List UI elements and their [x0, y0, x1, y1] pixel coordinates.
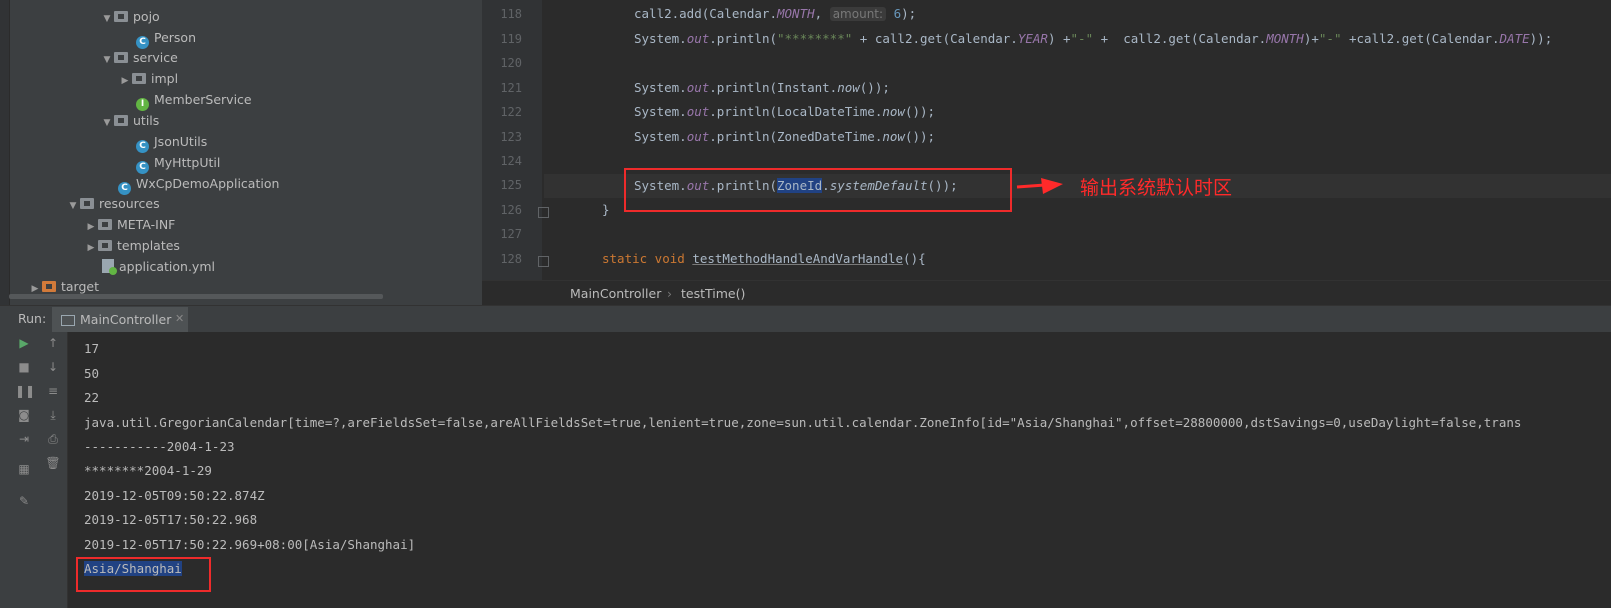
- project-tree-panel: ▼ pojo C Person ▼ service ▶ impl I MemberServ…: [0, 0, 482, 305]
- expanded-arrow-icon[interactable]: ▼: [66, 196, 80, 217]
- code-line-121: System.out.println(Instant.now());: [634, 80, 890, 95]
- tree-item-impl[interactable]: ▶ impl: [118, 68, 179, 92]
- highlight-box-output: [76, 557, 211, 592]
- console-line: 2019-12-05T09:50:22.874Z: [84, 488, 265, 503]
- package-folder-icon: [114, 52, 128, 63]
- run-toolbar-primary: ▶ ■ ❚❚ ◙ ⇥ ▦ ✎: [9, 332, 39, 608]
- line-number: 126: [500, 203, 522, 217]
- run-label: Run:: [18, 311, 47, 326]
- annotation-arrow-icon: [1016, 178, 1063, 194]
- tree-item-utils[interactable]: ▼ utils: [100, 110, 160, 134]
- line-number: 122: [500, 105, 522, 119]
- line-number: 127: [500, 227, 522, 241]
- console-line: 2019-12-05T17:50:22.968: [84, 512, 258, 527]
- breadcrumb-class[interactable]: MainController: [570, 286, 661, 301]
- line-number: 118: [500, 7, 522, 21]
- console-line: 50: [84, 366, 100, 381]
- run-config-icon: [61, 315, 75, 326]
- run-tab-maincontroller[interactable]: MainController ✕: [52, 307, 188, 332]
- yml-file-icon: [102, 259, 117, 275]
- console-line: 22: [84, 390, 100, 405]
- resources-folder-icon: [80, 198, 94, 209]
- folder-icon: [98, 240, 112, 251]
- collapsed-arrow-icon[interactable]: ▶: [84, 238, 98, 259]
- tree-item-application-yml[interactable]: application.yml: [102, 256, 215, 277]
- exit-icon[interactable]: ⇥: [15, 430, 33, 448]
- console-output[interactable]: 17 50 22 java.util.GregorianCalendar[tim…: [68, 332, 1611, 608]
- pause-icon[interactable]: ❚❚: [15, 382, 35, 400]
- rerun-icon[interactable]: ▶: [15, 334, 33, 352]
- close-icon[interactable]: ✕: [175, 312, 184, 325]
- code-editor[interactable]: 118 119 120 121 122 123 124 125 126 127 …: [482, 0, 1611, 280]
- folder-icon: [98, 219, 112, 230]
- fold-start-icon[interactable]: [538, 256, 549, 267]
- trash-icon[interactable]: 🗑: [44, 454, 62, 472]
- run-toolbar-secondary: ↑ ↓ ≡ ⤓ ⎙ 🗑: [39, 332, 68, 608]
- line-number: 125: [500, 178, 522, 192]
- package-folder-icon: [132, 73, 146, 84]
- line-number: 119: [500, 32, 522, 46]
- stop-icon[interactable]: ■: [15, 358, 33, 376]
- left-tool-strip: [0, 0, 10, 305]
- layout-icon[interactable]: ▦: [15, 460, 33, 478]
- tree-item-resources[interactable]: ▼ resources: [66, 193, 160, 214]
- line-number: 120: [500, 56, 522, 70]
- console-line: ********2004-1-29: [84, 463, 212, 478]
- console-line: -----------2004-1-23: [84, 439, 235, 454]
- code-line-118: call2.add(Calendar.MONTH, amount: 6);: [634, 6, 917, 21]
- breadcrumb: MainController › testTime(): [482, 280, 1611, 306]
- breadcrumb-separator: ›: [667, 286, 672, 301]
- line-number-gutter: 118 119 120 121 122 123 124 125 126 127 …: [482, 0, 542, 280]
- console-line: 2019-12-05T17:50:22.969+08:00[Asia/Shang…: [84, 537, 416, 552]
- down-arrow-icon[interactable]: ↓: [44, 358, 62, 376]
- soft-wrap-icon[interactable]: ≡: [44, 382, 62, 400]
- annotation-text: 输出系统默认时区: [1080, 177, 1233, 199]
- tree-item-meta-inf[interactable]: ▶ META-INF: [84, 214, 176, 235]
- breadcrumb-method[interactable]: testTime(): [681, 286, 745, 301]
- excluded-folder-icon: [42, 281, 56, 292]
- horizontal-scrollbar[interactable]: [9, 294, 383, 299]
- run-tab-label: MainController: [80, 312, 172, 327]
- tree-item-wxcpdemoapplication[interactable]: C WxCpDemoApplication: [118, 173, 279, 195]
- parameter-hint: amount:: [829, 7, 887, 21]
- expanded-arrow-icon[interactable]: ▼: [100, 50, 114, 71]
- line-number: 121: [500, 81, 522, 95]
- fold-end-icon[interactable]: [538, 207, 549, 218]
- package-folder-icon: [114, 11, 128, 22]
- expanded-arrow-icon[interactable]: ▼: [100, 9, 114, 30]
- code-line-123: System.out.println(ZonedDateTime.now());: [634, 129, 936, 144]
- console-line: java.util.GregorianCalendar[time=?,areFi…: [84, 415, 1522, 430]
- code-line-122: System.out.println(LocalDateTime.now());: [634, 104, 936, 119]
- line-number: 128: [500, 252, 522, 266]
- code-line-119: System.out.println("********" + call2.ge…: [634, 31, 1553, 46]
- tree-item-pojo[interactable]: ▼ pojo: [100, 6, 160, 27]
- code-line-128: static void testMethodHandleAndVarHandle…: [602, 251, 926, 266]
- console-line: 17: [84, 341, 100, 356]
- tree-item-memberservice[interactable]: I MemberService: [136, 89, 252, 111]
- collapsed-arrow-icon[interactable]: ▶: [118, 71, 132, 92]
- run-tool-window-header: [0, 305, 1611, 333]
- tree-item-jsonutils[interactable]: C JsonUtils: [136, 131, 207, 153]
- code-line-126: }: [602, 202, 610, 217]
- expanded-arrow-icon[interactable]: ▼: [100, 113, 114, 134]
- tree-item-templates[interactable]: ▶ templates: [84, 235, 180, 256]
- line-number: 124: [500, 154, 522, 168]
- package-folder-icon: [114, 115, 128, 126]
- scroll-to-end-icon[interactable]: ⤓: [44, 406, 62, 424]
- tree-item-service[interactable]: ▼ service: [100, 47, 178, 68]
- print-icon[interactable]: ⎙: [44, 430, 62, 448]
- pin-icon[interactable]: ✎: [15, 492, 33, 510]
- tree-item-person[interactable]: C Person: [136, 27, 196, 49]
- tree-item-myhttputil[interactable]: C MyHttpUtil: [136, 152, 220, 174]
- dump-threads-icon[interactable]: ◙: [15, 406, 33, 424]
- up-arrow-icon[interactable]: ↑: [44, 334, 62, 352]
- highlight-box-code: [624, 168, 1012, 212]
- line-number: 123: [500, 130, 522, 144]
